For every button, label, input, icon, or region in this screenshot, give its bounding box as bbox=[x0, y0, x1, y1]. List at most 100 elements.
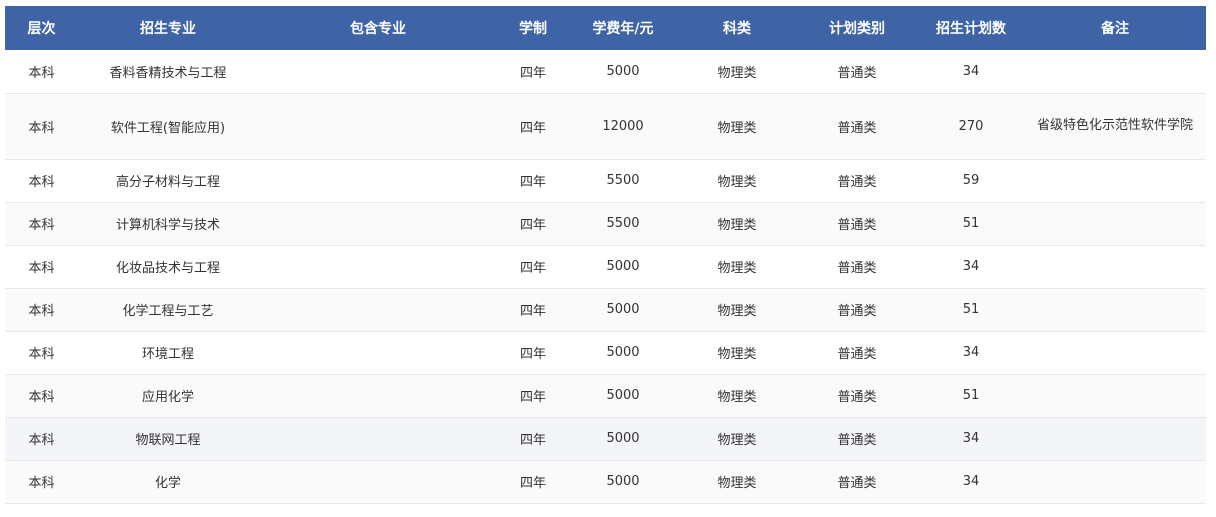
cell-subject-category: 物理类 bbox=[678, 331, 796, 375]
cell-duration: 四年 bbox=[498, 245, 568, 289]
enrollment-plan-table: 层次 招生专业 包含专业 学制 学费年/元 科类 计划类别 招生计划数 备注 本… bbox=[5, 6, 1206, 504]
cell-level: 本科 bbox=[5, 417, 78, 461]
cell-major: 化妆品技术与工程 bbox=[78, 245, 258, 289]
table-row: 本科 软件工程(智能应用) 四年 12000 物理类 普通类 270 省级特色化示范性软件学院 bbox=[5, 93, 1206, 160]
header-subject-category: 科类 bbox=[723, 21, 751, 37]
cell-level: 本科 bbox=[5, 374, 78, 418]
cell-included-majors bbox=[258, 50, 498, 94]
header-duration: 学制 bbox=[519, 21, 547, 37]
cell-included-majors bbox=[258, 331, 498, 375]
cell-tuition: 12000 bbox=[568, 93, 678, 160]
cell-tuition: 5500 bbox=[568, 159, 678, 203]
cell-notes bbox=[1024, 202, 1206, 246]
cell-tuition: 5500 bbox=[568, 202, 678, 246]
table-row: 本科 环境工程 四年 5000 物理类 普通类 34 bbox=[5, 331, 1206, 375]
cell-plan-type: 普通类 bbox=[796, 288, 918, 332]
header-major: 招生专业 bbox=[140, 21, 196, 37]
table-row: 本科 化学 四年 5000 物理类 普通类 34 bbox=[5, 460, 1206, 504]
cell-subject-category: 物理类 bbox=[678, 374, 796, 418]
cell-plan-count: 51 bbox=[918, 288, 1024, 332]
cell-duration: 四年 bbox=[498, 460, 568, 504]
cell-plan-type: 普通类 bbox=[796, 202, 918, 246]
cell-tuition: 5000 bbox=[568, 374, 678, 418]
cell-plan-type: 普通类 bbox=[796, 93, 918, 160]
cell-plan-count: 270 bbox=[918, 93, 1024, 160]
cell-plan-count: 34 bbox=[918, 417, 1024, 461]
cell-plan-type: 普通类 bbox=[796, 159, 918, 203]
table-row: 本科 化妆品技术与工程 四年 5000 物理类 普通类 34 bbox=[5, 245, 1206, 289]
cell-included-majors bbox=[258, 374, 498, 418]
table-row: 本科 化学工程与工艺 四年 5000 物理类 普通类 51 bbox=[5, 288, 1206, 332]
cell-notes bbox=[1024, 374, 1206, 418]
cell-level: 本科 bbox=[5, 202, 78, 246]
cell-duration: 四年 bbox=[498, 50, 568, 94]
cell-level: 本科 bbox=[5, 460, 78, 504]
cell-plan-count: 51 bbox=[918, 202, 1024, 246]
cell-duration: 四年 bbox=[498, 288, 568, 332]
cell-plan-type: 普通类 bbox=[796, 460, 918, 504]
cell-major: 化学工程与工艺 bbox=[78, 288, 258, 332]
cell-notes bbox=[1024, 331, 1206, 375]
cell-subject-category: 物理类 bbox=[678, 245, 796, 289]
table-header-row: 层次 招生专业 包含专业 学制 学费年/元 科类 计划类别 招生计划数 备注 bbox=[5, 6, 1206, 50]
table-row: 本科 高分子材料与工程 四年 5500 物理类 普通类 59 bbox=[5, 159, 1206, 203]
cell-duration: 四年 bbox=[498, 93, 568, 160]
cell-duration: 四年 bbox=[498, 202, 568, 246]
cell-plan-type: 普通类 bbox=[796, 331, 918, 375]
cell-included-majors bbox=[258, 202, 498, 246]
cell-tuition: 5000 bbox=[568, 460, 678, 504]
cell-notes bbox=[1024, 50, 1206, 94]
cell-level: 本科 bbox=[5, 331, 78, 375]
cell-subject-category: 物理类 bbox=[678, 202, 796, 246]
cell-level: 本科 bbox=[5, 288, 78, 332]
cell-plan-count: 34 bbox=[918, 460, 1024, 504]
cell-subject-category: 物理类 bbox=[678, 288, 796, 332]
header-plan-type: 计划类别 bbox=[829, 21, 885, 37]
cell-major: 高分子材料与工程 bbox=[78, 159, 258, 203]
cell-plan-count: 51 bbox=[918, 374, 1024, 418]
cell-plan-type: 普通类 bbox=[796, 50, 918, 94]
cell-tuition: 5000 bbox=[568, 288, 678, 332]
header-included-majors: 包含专业 bbox=[350, 21, 406, 37]
cell-plan-count: 34 bbox=[918, 331, 1024, 375]
cell-subject-category: 物理类 bbox=[678, 50, 796, 94]
header-notes: 备注 bbox=[1101, 21, 1129, 37]
cell-included-majors bbox=[258, 417, 498, 461]
cell-notes bbox=[1024, 460, 1206, 504]
table-row: 本科 应用化学 四年 5000 物理类 普通类 51 bbox=[5, 374, 1206, 418]
cell-level: 本科 bbox=[5, 93, 78, 160]
header-tuition: 学费年/元 bbox=[592, 21, 654, 37]
cell-plan-type: 普通类 bbox=[796, 417, 918, 461]
header-plan-count: 招生计划数 bbox=[936, 21, 1006, 37]
cell-major: 环境工程 bbox=[78, 331, 258, 375]
cell-major: 化学 bbox=[78, 460, 258, 504]
cell-plan-type: 普通类 bbox=[796, 374, 918, 418]
cell-major: 物联网工程 bbox=[78, 417, 258, 461]
table-row: 本科 计算机科学与技术 四年 5500 物理类 普通类 51 bbox=[5, 202, 1206, 246]
cell-plan-count: 59 bbox=[918, 159, 1024, 203]
cell-tuition: 5000 bbox=[568, 50, 678, 94]
cell-major: 软件工程(智能应用) bbox=[78, 93, 258, 160]
cell-major: 香料香精技术与工程 bbox=[78, 50, 258, 94]
cell-subject-category: 物理类 bbox=[678, 159, 796, 203]
cell-included-majors bbox=[258, 245, 498, 289]
cell-notes bbox=[1024, 245, 1206, 289]
table-row: 本科 香料香精技术与工程 四年 5000 物理类 普通类 34 bbox=[5, 50, 1206, 94]
cell-notes bbox=[1024, 288, 1206, 332]
cell-tuition: 5000 bbox=[568, 417, 678, 461]
cell-level: 本科 bbox=[5, 159, 78, 203]
cell-notes bbox=[1024, 159, 1206, 203]
cell-subject-category: 物理类 bbox=[678, 93, 796, 160]
cell-plan-count: 34 bbox=[918, 245, 1024, 289]
cell-level: 本科 bbox=[5, 50, 78, 94]
cell-tuition: 5000 bbox=[568, 245, 678, 289]
cell-duration: 四年 bbox=[498, 374, 568, 418]
cell-included-majors bbox=[258, 93, 498, 160]
cell-plan-type: 普通类 bbox=[796, 245, 918, 289]
cell-subject-category: 物理类 bbox=[678, 417, 796, 461]
cell-duration: 四年 bbox=[498, 331, 568, 375]
cell-subject-category: 物理类 bbox=[678, 460, 796, 504]
cell-included-majors bbox=[258, 159, 498, 203]
cell-major: 应用化学 bbox=[78, 374, 258, 418]
cell-notes: 省级特色化示范性软件学院 bbox=[1024, 93, 1206, 160]
